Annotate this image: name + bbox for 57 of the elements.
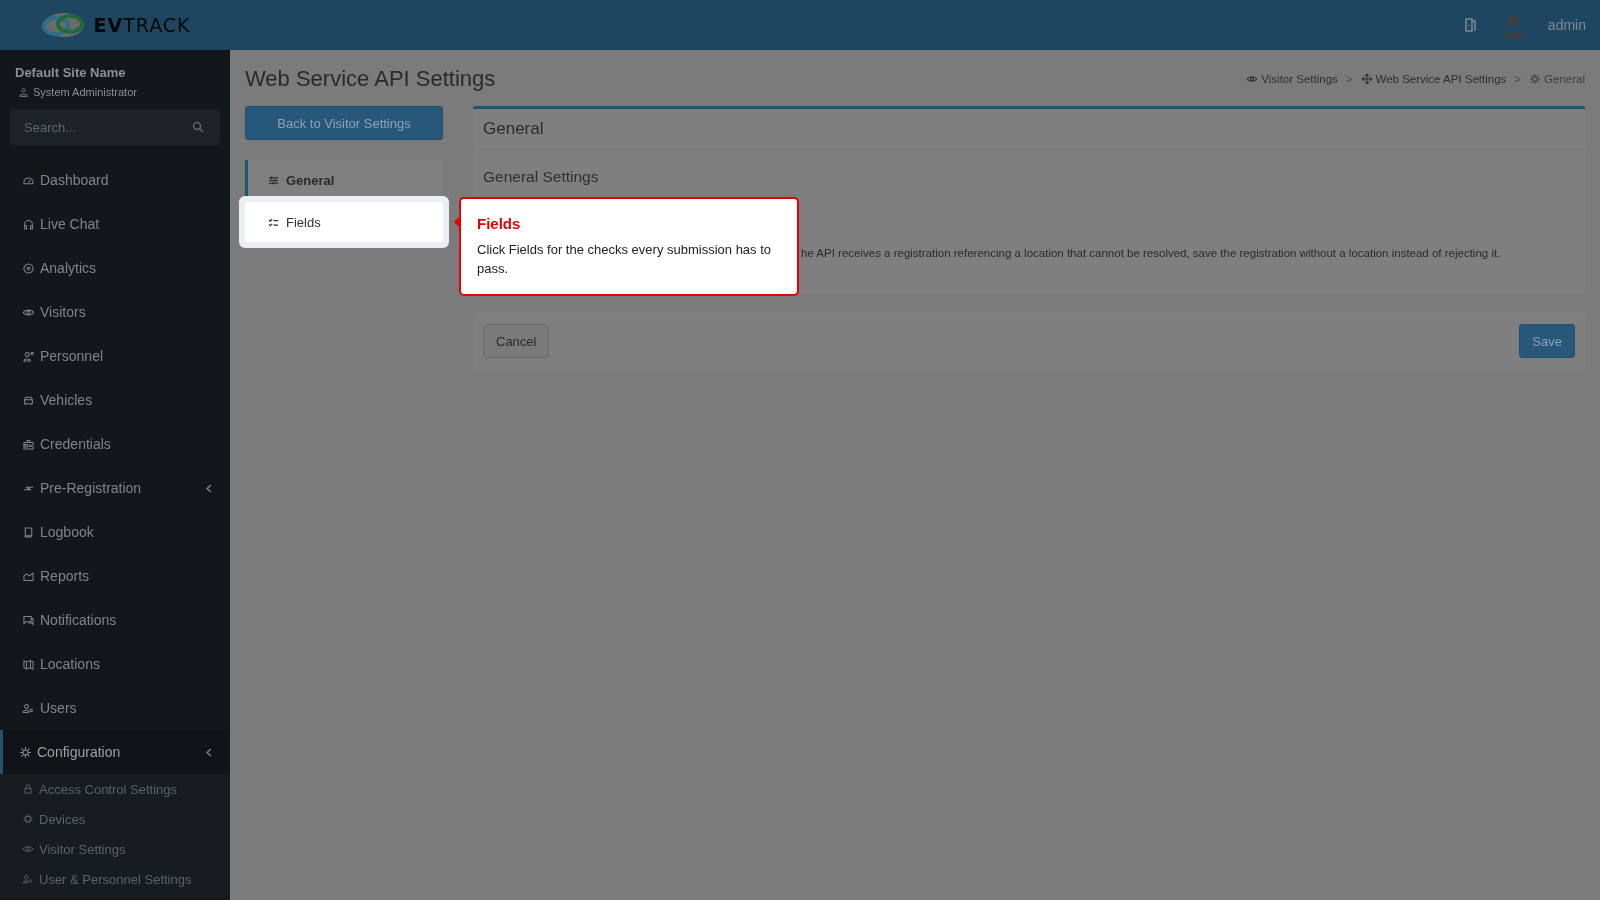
- move-icon: [1360, 73, 1373, 85]
- person-icon: [22, 349, 35, 363]
- nav-item[interactable]: Pre-Registration: [0, 466, 230, 510]
- nav-item[interactable]: Vehicles: [0, 378, 230, 422]
- nav-item[interactable]: Reports: [0, 554, 230, 598]
- user-name[interactable]: admin: [1547, 17, 1586, 33]
- gear-icon: [1529, 73, 1542, 85]
- page-title: Web Service API Settings: [245, 66, 496, 92]
- cancel-button[interactable]: Cancel: [483, 324, 550, 358]
- nav-subitem[interactable]: Devices: [0, 804, 230, 834]
- save-button[interactable]: Save: [1519, 324, 1575, 358]
- chat-icon: [22, 613, 35, 627]
- logo-text: EVTRACK: [93, 14, 191, 36]
- breadcrumb-link[interactable]: Visitor Settings: [1246, 73, 1338, 85]
- nav-item[interactable]: Configuration: [0, 730, 230, 774]
- setting-description: he API receives a registration referencing a location that cannot be resolved, save the registration without a location instead of rejecting it.: [801, 247, 1501, 259]
- breadcrumb-separator: >: [1345, 73, 1353, 85]
- user-icon: [18, 86, 29, 98]
- headset-icon: [22, 217, 35, 231]
- nav-item[interactable]: Analytics: [0, 246, 230, 290]
- user-gear-icon: [22, 701, 35, 715]
- section-title: General Settings: [483, 150, 1575, 196]
- nav-item[interactable]: Notifications: [0, 598, 230, 642]
- site-name: Default Site Name: [14, 64, 127, 82]
- nav-subitem[interactable]: User & Personnel Settings: [0, 864, 230, 894]
- tooltip-text: Click Fields for the checks every submission has to pass.: [477, 241, 773, 278]
- nav-item[interactable]: Dashboard: [0, 158, 230, 202]
- breadcrumb-link[interactable]: General: [1529, 73, 1585, 85]
- chart-icon: [22, 569, 35, 583]
- nav-item[interactable]: Personnel: [0, 334, 230, 378]
- tooltip-title: Fields: [477, 215, 522, 232]
- card-title: General: [473, 109, 1585, 150]
- nav-item[interactable]: Visitors: [0, 290, 230, 334]
- eye-icon: [22, 843, 34, 855]
- nav-item[interactable]: Live Chat: [0, 202, 230, 246]
- breadcrumb-separator: >: [1514, 73, 1522, 85]
- id-card-icon: [22, 437, 35, 451]
- user-gear-icon: [22, 873, 34, 885]
- lock-icon: [22, 783, 34, 795]
- nav-subitem[interactable]: Access Control Settings: [0, 774, 230, 804]
- nav-item[interactable]: Logbook: [0, 510, 230, 554]
- gear-icon: [19, 745, 32, 759]
- back-button[interactable]: Back to Visitor Settings: [245, 106, 443, 140]
- chip-icon: [22, 813, 34, 825]
- eye-icon: [1246, 73, 1259, 85]
- target-icon: [22, 261, 35, 275]
- nav-subitem[interactable]: Visitor Settings: [0, 834, 230, 864]
- breadcrumb-link[interactable]: Web Service API Settings: [1360, 73, 1507, 85]
- search-icon: [192, 121, 204, 133]
- search-field[interactable]: Search...: [10, 109, 220, 145]
- user-role: System Administrator: [33, 86, 137, 98]
- nav-item[interactable]: Credentials: [0, 422, 230, 466]
- book-icon: [22, 525, 35, 539]
- nav-item[interactable]: Locations: [0, 642, 230, 686]
- nav-item[interactable]: Users: [0, 686, 230, 730]
- map-icon: [22, 657, 35, 671]
- door-icon[interactable]: [1463, 17, 1478, 33]
